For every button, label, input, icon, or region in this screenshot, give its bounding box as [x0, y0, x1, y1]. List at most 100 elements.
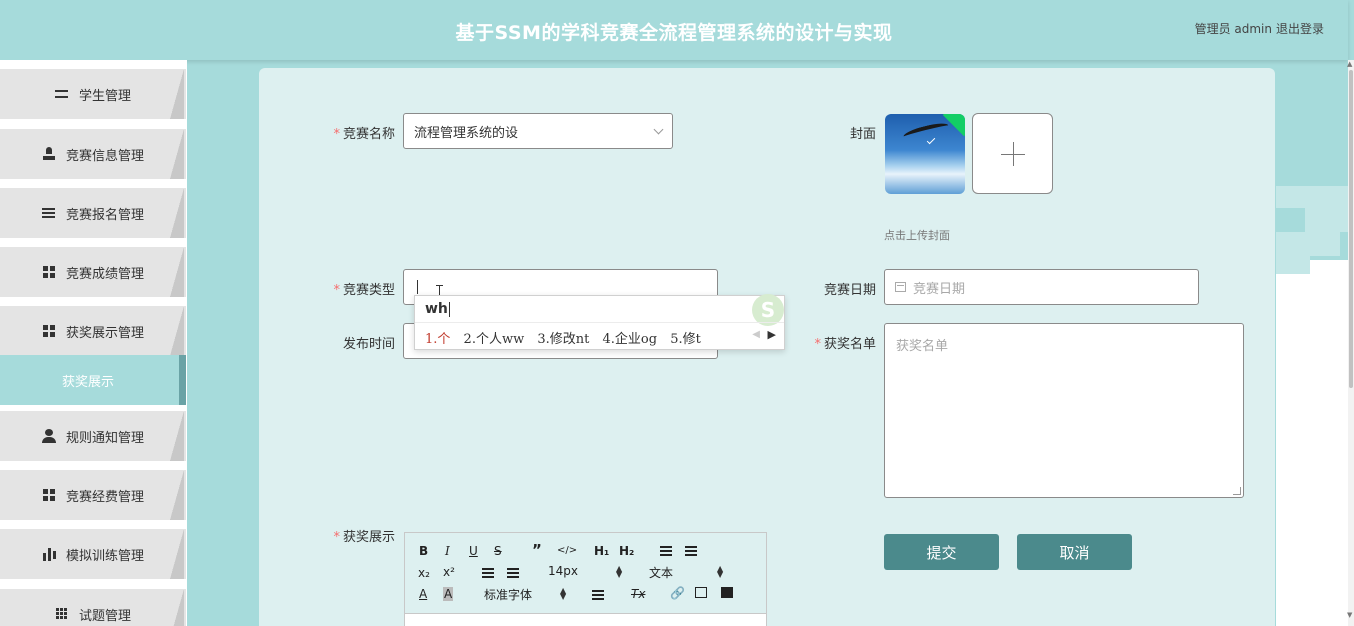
sidebar-item-label: 竞赛经费管理 [65, 489, 144, 505]
code-block-button[interactable]: </> [557, 544, 577, 558]
background-tile [1276, 256, 1310, 274]
chevron-down-icon [653, 124, 664, 135]
ime-candidate[interactable]: 1.个 [425, 332, 450, 347]
background-tile [1276, 232, 1340, 256]
background-tile [1276, 186, 1348, 208]
sidebar-item-label: 规则通知管理 [65, 430, 144, 446]
italic-button[interactable]: I [445, 544, 450, 558]
competition-date-label: 竞赛日期 [823, 283, 876, 298]
cancel-button[interactable]: 取消 [1017, 534, 1132, 570]
sidebar-item-label: 竞赛报名管理 [65, 207, 144, 223]
sidebar-item-competition-info[interactable]: 竞赛信息管理 [0, 129, 186, 179]
outdent-icon[interactable] [482, 567, 494, 577]
ime-candidate[interactable]: 3.修改nt [537, 332, 589, 347]
editor-content-area[interactable] [405, 614, 766, 626]
ime-candidate[interactable]: 2.个人ww [464, 332, 525, 347]
page-scrollbar[interactable] [1348, 60, 1354, 626]
sidebar-subitem-award-showcase[interactable]: 获奖展示 [0, 355, 186, 405]
winners-list-textarea[interactable]: 获奖名单 [884, 323, 1244, 498]
person-icon [42, 147, 56, 161]
user-icon [41, 429, 56, 443]
underline-button[interactable]: U [469, 544, 478, 558]
sidebar-item-funding[interactable]: 竞赛经费管理 [0, 470, 186, 520]
resize-handle-icon[interactable] [1233, 487, 1241, 495]
grid-icon [42, 324, 56, 338]
font-family-select[interactable]: 标准字体 ▲ ▼ [484, 586, 569, 603]
logout-link[interactable]: 退出登录 [1276, 20, 1324, 37]
sidebar-item-scores[interactable]: 竞赛成绩管理 [0, 247, 186, 297]
sliders-icon [54, 87, 69, 101]
competition-name-value: 流程管理系统的设 [414, 125, 519, 141]
upload-cover-tip: 点击上传封面 [884, 229, 950, 242]
blockquote-button[interactable]: ” [532, 543, 542, 558]
upload-cover-button[interactable] [972, 113, 1053, 194]
sidebar-item-training[interactable]: 模拟训练管理 [0, 529, 186, 579]
eagle-image [902, 120, 950, 142]
scroll-up-arrow-icon[interactable]: ▲ [1347, 60, 1352, 68]
sidebar-item-rules[interactable]: 规则通知管理 [0, 411, 186, 461]
font-size-select[interactable]: 14px ▲ ▼ [548, 564, 623, 579]
award-showcase-label: * 获奖展示 [333, 530, 395, 545]
calendar-icon [895, 282, 906, 292]
winners-placeholder: 获奖名单 [896, 339, 949, 354]
text-format-select[interactable]: 文本 ▲ ▼ [649, 564, 724, 581]
page-title: 基于SSM的学科竞赛全流程管理系统的设计与实现 [455, 22, 893, 44]
sidebar-item-awards[interactable]: 获奖展示管理 [0, 306, 186, 356]
sidebar-item-label: 获奖展示管理 [65, 325, 144, 341]
scrollbar-thumb[interactable] [1349, 70, 1353, 388]
date-placeholder: 竞赛日期 [913, 281, 966, 297]
clear-format-button[interactable]: Tx [631, 587, 645, 601]
font-size-value: 14px [548, 564, 578, 578]
scroll-down-arrow-icon[interactable]: ▼ [1347, 611, 1352, 619]
dots-grid-icon [55, 607, 69, 621]
list-icon [41, 206, 56, 220]
video-icon[interactable] [721, 587, 733, 598]
strike-button[interactable]: S [494, 544, 502, 558]
select-arrows-icon: ▲ ▼ [560, 586, 567, 601]
ime-next-page-icon[interactable]: ▶ [768, 328, 776, 341]
select-arrows-icon: ▲ ▼ [616, 564, 623, 579]
align-icon[interactable] [592, 589, 604, 599]
grid-icon [42, 488, 56, 502]
font-family-value: 标准字体 [484, 588, 533, 602]
text-caret [417, 280, 418, 294]
font-color-button[interactable]: A [419, 587, 427, 601]
rich-text-editor[interactable]: B I U S ” </> H₁ H₂ x₂ x² 14px ▲ ▼ 文本 ▲ ▼ … [404, 532, 767, 626]
competition-name-select[interactable]: 流程管理系统的设 [403, 113, 673, 149]
bullet-list-icon[interactable] [685, 545, 697, 555]
sidebar-item-questions[interactable]: 试题管理 [0, 589, 186, 626]
link-icon[interactable]: 🔗 [670, 586, 685, 600]
ime-candidate[interactable]: 4.企业og [603, 332, 658, 347]
ime-divider [415, 322, 784, 323]
submit-button[interactable]: 提交 [884, 534, 999, 570]
sidebar-item-registration[interactable]: 竞赛报名管理 [0, 188, 186, 238]
competition-date-picker[interactable]: 竞赛日期 [884, 269, 1199, 305]
ime-candidate-popup[interactable]: wh S 1.个 2.个人ww 3.修改nt 4.企业og 5.修t ◀ ▶ [414, 294, 785, 350]
image-icon[interactable] [695, 587, 707, 598]
sidebar-item-label: 模拟训练管理 [65, 548, 144, 564]
heading1-button[interactable]: H₁ [594, 544, 609, 558]
heading2-button[interactable]: H₂ [619, 544, 634, 558]
superscript-button[interactable]: x² [443, 565, 455, 579]
ordered-list-icon[interactable] [660, 545, 672, 555]
background-color-button[interactable]: A [443, 587, 454, 601]
sidebar: 学生管理 竞赛信息管理 竞赛报名管理 竞赛成绩管理 获奖展示管理 获奖展示 规则… [0, 60, 187, 626]
cover-image-thumbnail[interactable] [885, 114, 965, 194]
grid-icon [42, 265, 56, 279]
subscript-button[interactable]: x₂ [418, 566, 430, 580]
bold-button[interactable]: B [419, 544, 428, 558]
sidebar-item-label: 试题管理 [78, 608, 131, 624]
publish-time-label: 发布时间 [342, 337, 395, 352]
bar-chart-icon [42, 547, 56, 561]
background-tile [1305, 208, 1348, 232]
text-format-value: 文本 [649, 566, 674, 580]
sidebar-item-student[interactable]: 学生管理 [0, 69, 186, 119]
ime-prev-page-icon[interactable]: ◀ [752, 329, 760, 340]
sidebar-item-label: 学生管理 [78, 88, 131, 104]
sidebar-item-label: 竞赛信息管理 [65, 148, 144, 164]
check-icon [926, 135, 936, 145]
winners-list-label: * 获奖名单 [814, 337, 876, 352]
select-arrows-icon: ▲ ▼ [717, 564, 724, 579]
indent-icon[interactable] [507, 567, 519, 577]
ime-candidate[interactable]: 5.修t [670, 332, 701, 347]
